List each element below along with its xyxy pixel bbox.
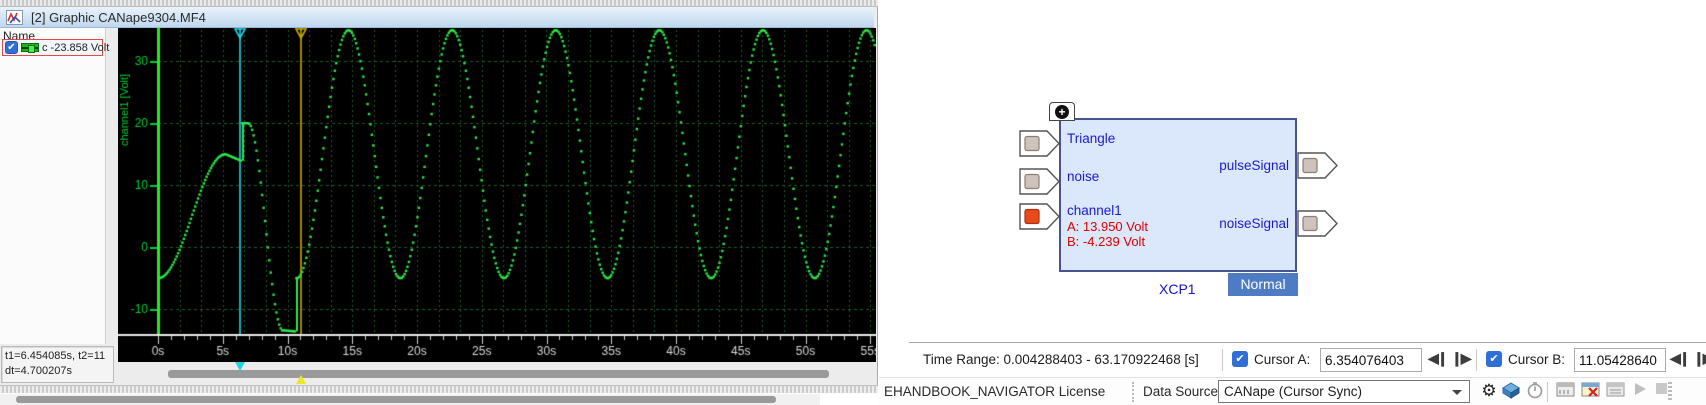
license-label: EHANDBOOK_NAVIGATOR License (884, 384, 1106, 399)
workspace-scrollbar-thumb[interactable] (16, 396, 776, 403)
settings-gear-icon[interactable]: ⚙ (1479, 381, 1499, 401)
input-port-triangle[interactable] (1019, 130, 1060, 157)
toolbar-grip[interactable] (1668, 382, 1672, 400)
cursor-times-text: t1=6.454085s, t2=11 (5, 350, 106, 362)
data-source-label: Data Source: (1143, 384, 1222, 399)
output-label-noisesignal: noiseSignal (1219, 216, 1289, 231)
data-source-dropdown[interactable]: CANape (Cursor Sync) (1218, 380, 1470, 403)
chevron-down-icon (1452, 390, 1462, 395)
cursor-b-step-back-button[interactable]: ◀❙ (1670, 350, 1690, 367)
separator (1222, 349, 1223, 371)
cursor-a-label: Cursor A: (1254, 352, 1311, 367)
cursor-b-step-forward-button[interactable]: ❙▶ (1693, 350, 1706, 367)
cursor-a-input[interactable] (1320, 348, 1422, 372)
waveform-plot-area[interactable] (118, 28, 876, 362)
graphic-window-icon (6, 9, 23, 25)
cursor-b-marker[interactable] (296, 375, 306, 384)
signal-style-icon (21, 43, 39, 53)
separator (1476, 349, 1477, 371)
input-label-noise: noise (1067, 169, 1100, 184)
model-view-pane: + Triangle noise channel1 A: 13.950 Volt… (879, 0, 1706, 405)
data-source-value: CANape (Cursor Sync) (1224, 384, 1363, 399)
signal-name-panel: Name ✔ c -23.858 Volt (0, 28, 109, 344)
separator (1547, 382, 1548, 402)
plus-icon: + (1055, 105, 1069, 119)
cursor-a-step-forward-button[interactable]: ❙▶ (1451, 350, 1471, 367)
cursor-status-box: t1=6.454085s, t2=11 dt=4.700207s (1, 346, 114, 383)
cursor-b-checkbox[interactable]: ✔ (1486, 351, 1502, 367)
model-cube-icon[interactable] (1501, 381, 1521, 401)
output-port-pulsesignal[interactable] (1297, 152, 1338, 179)
cursor-delta-text: dt=4.700207s (5, 365, 72, 377)
measurement-window-icon[interactable] (1555, 381, 1575, 401)
remove-measurement-icon[interactable] (1580, 381, 1600, 401)
window-edge-texture-bottom (0, 385, 878, 393)
waveform-canvas[interactable] (118, 28, 876, 362)
output-label-pulsesignal: pulseSignal (1219, 158, 1289, 173)
input-port-noise[interactable] (1019, 168, 1060, 195)
add-port-button[interactable]: + (1049, 102, 1075, 121)
plot-horizontal-scrollbar[interactable] (118, 362, 876, 384)
plot-scrollbar-thumb[interactable] (168, 370, 829, 378)
separator (1132, 382, 1134, 402)
input-label-channel1: channel1 (1067, 203, 1122, 218)
channel1-cursor-b-value: B: -4.239 Volt (1067, 234, 1146, 249)
cursor-a-checkbox[interactable]: ✔ (1232, 351, 1248, 367)
input-label-triangle: Triangle (1067, 131, 1116, 146)
signal-list-row[interactable]: ✔ c -23.858 Volt (2, 39, 109, 56)
play-icon[interactable] (1630, 381, 1650, 401)
mode-badge[interactable]: Normal (1228, 273, 1298, 296)
cursor-a-step-back-button[interactable]: ◀❙ (1428, 350, 1448, 367)
signal-visibility-checkbox[interactable]: ✔ (5, 41, 18, 54)
timer-icon[interactable] (1525, 381, 1545, 401)
window-edge-texture (0, 0, 878, 7)
workspace-horizontal-scrollbar[interactable] (0, 394, 820, 405)
cursor-b-input[interactable] (1574, 348, 1666, 372)
input-port-channel1[interactable] (1019, 203, 1060, 230)
cursor-status-bar: Time Range: 0.004288403 - 63.170922468 [… (879, 343, 1706, 377)
measurement-config-icon[interactable] (1605, 381, 1625, 401)
graphic-window: [2] Graphic CANape9304.MF4 Name ✔ c -23.… (0, 0, 878, 393)
window-title: [2] Graphic CANape9304.MF4 (31, 9, 206, 25)
channel1-cursor-a-value: A: 13.950 Volt (1067, 219, 1148, 234)
graphic-window-titlebar[interactable]: [2] Graphic CANape9304.MF4 (0, 7, 874, 28)
output-port-noisesignal[interactable] (1297, 210, 1338, 237)
datasource-bar: EHANDBOOK_NAVIGATOR License Data Source:… (879, 377, 1706, 405)
time-range-label: Time Range: 0.004288403 - 63.170922468 [… (923, 352, 1199, 367)
cursor-b-label: Cursor B: (1508, 352, 1566, 367)
signal-value-label: c -23.858 Volt (42, 41, 110, 54)
cursor-a-marker[interactable] (235, 362, 245, 371)
block-name-label: XCP1 (1159, 281, 1196, 297)
